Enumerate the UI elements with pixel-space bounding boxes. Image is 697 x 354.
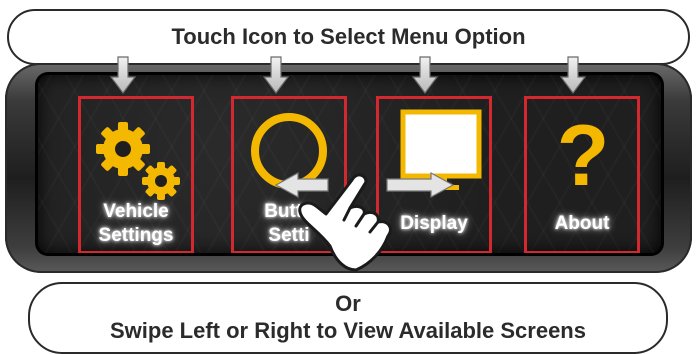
instruction-swipe-text: Swipe Left or Right to View Available Sc… (110, 318, 586, 343)
menu-tile-about[interactable]: ? About (524, 96, 640, 253)
instruction-text: Touch Icon to Select Menu Option (171, 24, 526, 49)
tile-label-button-line2: Setti (268, 225, 310, 246)
question-mark-glyph: ? (557, 108, 610, 204)
instruction-or-text: Or (335, 291, 361, 316)
instruction-callout-top: Touch Icon to Select Menu Option (7, 9, 690, 65)
tile-label-vehicle-line2: Settings (98, 225, 174, 246)
tile-label-display: Display (400, 213, 468, 234)
gears-icon (96, 122, 180, 200)
menu-tile-button-settings[interactable]: Butto Setti (231, 96, 347, 253)
touchscreen-display[interactable]: Vehicle Settings Butto Setti Display ? A… (38, 75, 661, 253)
menu-tile-display[interactable]: Display (376, 96, 492, 253)
tile-label-vehicle-line1: Vehicle (103, 201, 169, 222)
display-icon (400, 109, 482, 190)
menu-tile-vehicle-settings[interactable]: Vehicle Settings (78, 96, 194, 253)
touchscreen-bezel: Vehicle Settings Butto Setti Display ? A… (5, 63, 692, 273)
instruction-callout-bottom: Or Swipe Left or Right to View Available… (28, 282, 668, 354)
question-icon: ? (557, 108, 610, 204)
tile-label-button-line1: Butto (264, 201, 314, 222)
tile-label-about: About (554, 213, 610, 234)
circle-icon (251, 113, 327, 189)
